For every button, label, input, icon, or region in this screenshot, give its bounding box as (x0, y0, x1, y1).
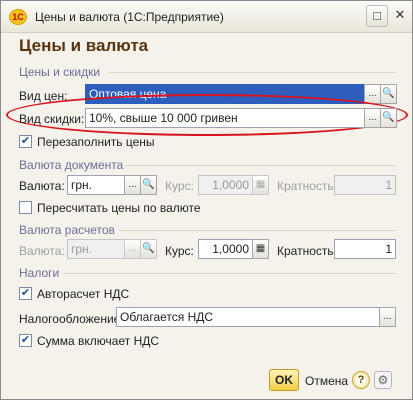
group-taxes: Налоги (19, 266, 60, 280)
taxation-field[interactable]: Облагается НДС (116, 307, 380, 327)
help-icon[interactable]: ? (352, 371, 370, 389)
settle-currency-search-icon: 🔍 (140, 239, 157, 259)
settle-multiplicity-field[interactable]: 1 (334, 239, 396, 259)
ok-button[interactable]: OK (269, 369, 299, 391)
settle-multiplicity-label: Кратность: (277, 244, 337, 258)
settle-rate-calculator-icon[interactable]: ▦ (252, 239, 269, 259)
settings-gear-icon[interactable]: ⚙ (374, 371, 392, 389)
window-title: Цены и валюта (1С:Предприятие) (35, 10, 224, 24)
sum-includes-vat-label[interactable]: Сумма включает НДС (37, 334, 159, 348)
group-prices-discounts: Цены и скидки (19, 65, 101, 79)
doc-currency-choose-button[interactable]: ... (124, 175, 141, 195)
doc-multiplicity-field: 1 (334, 175, 396, 195)
doc-currency-label: Валюта: (19, 179, 65, 193)
auto-vat-checkbox[interactable]: ✔ (19, 287, 32, 300)
maximize-button[interactable]: □ (366, 5, 388, 27)
price-type-search-icon[interactable]: 🔍 (380, 84, 397, 104)
doc-rate-calculator-icon: ▦ (252, 175, 269, 195)
group-divider (125, 165, 396, 166)
group-divider (119, 230, 396, 231)
1c-logo-icon: 1С (9, 9, 27, 25)
discount-type-field[interactable]: 10%, свыше 10 000 гривен (85, 108, 365, 128)
doc-currency-search-icon[interactable]: 🔍 (140, 175, 157, 195)
price-type-choose-button[interactable]: ... (364, 84, 381, 104)
discount-type-label: Вид скидки: (19, 112, 85, 126)
dialog-window: 1С Цены и валюта (1С:Предприятие) □ ✕ Це… (0, 0, 413, 400)
form-heading: Цены и валюта (19, 36, 149, 55)
doc-multiplicity-label: Кратность: (277, 179, 337, 193)
settle-rate-label: Курс: (165, 244, 194, 258)
discount-type-choose-button[interactable]: ... (364, 108, 381, 128)
doc-rate-field: 1,0000 (198, 175, 253, 195)
group-divider (109, 72, 396, 73)
settle-currency-label: Валюта: (19, 244, 65, 258)
title-bar[interactable]: 1С Цены и валюта (1С:Предприятие) □ ✕ (1, 1, 412, 33)
refill-prices-label[interactable]: Перезаполнить цены (37, 135, 155, 149)
doc-currency-field[interactable]: грн. (67, 175, 125, 195)
discount-type-search-icon[interactable]: 🔍 (380, 108, 397, 128)
taxation-choose-button[interactable]: ... (379, 307, 396, 327)
settle-rate-field[interactable]: 1,0000 (198, 239, 253, 259)
close-button[interactable]: ✕ (389, 5, 411, 27)
settle-currency-field: грн. (67, 239, 125, 259)
cancel-button[interactable]: Отмена (305, 374, 348, 388)
sum-includes-vat-checkbox[interactable]: ✔ (19, 334, 32, 347)
auto-vat-label[interactable]: Авторасчет НДС (37, 287, 129, 301)
group-divider (63, 273, 396, 274)
taxation-label: Налогообложение: (19, 312, 124, 326)
recalc-prices-checkbox[interactable] (19, 201, 32, 214)
doc-rate-label: Курс: (165, 179, 194, 193)
group-document-currency: Валюта документа (19, 158, 124, 172)
settle-currency-choose-button: ... (124, 239, 141, 259)
group-settlement-currency: Валюта расчетов (19, 223, 115, 237)
recalc-prices-label[interactable]: Пересчитать цены по валюте (37, 201, 201, 215)
refill-prices-checkbox[interactable]: ✔ (19, 135, 32, 148)
